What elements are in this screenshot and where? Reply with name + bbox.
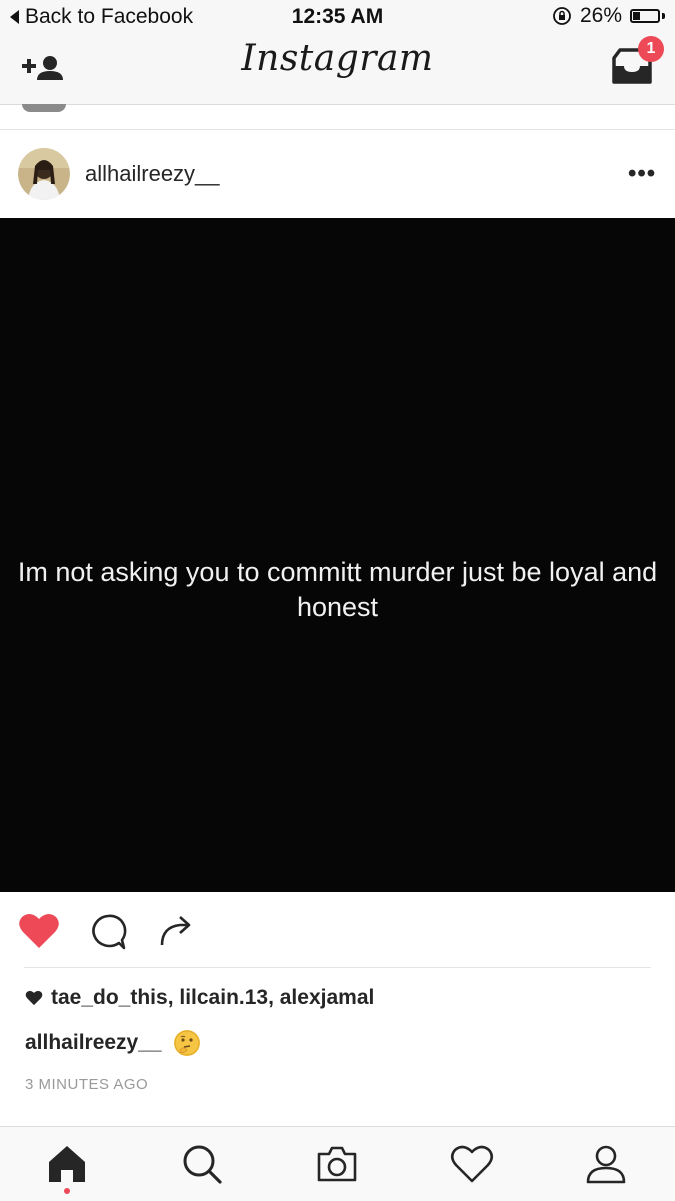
caption-username[interactable]: allhailreezy__ bbox=[25, 1031, 162, 1055]
share-arrow-icon[interactable] bbox=[158, 913, 194, 947]
post-image-text: Im not asking you to committ murder just… bbox=[17, 557, 658, 622]
post-timestamp: 3 MINUTES AGO bbox=[25, 1076, 149, 1093]
search-icon[interactable] bbox=[178, 1140, 226, 1188]
like-heart-icon[interactable] bbox=[18, 912, 60, 950]
divider bbox=[24, 967, 651, 968]
comment-icon[interactable] bbox=[89, 913, 127, 951]
status-indicators: 26% bbox=[552, 4, 665, 28]
home-icon[interactable] bbox=[43, 1140, 91, 1188]
small-heart-icon bbox=[25, 990, 43, 1006]
camera-icon[interactable] bbox=[313, 1140, 361, 1188]
caption: allhailreezy__ bbox=[25, 1030, 200, 1056]
profile-icon[interactable] bbox=[582, 1140, 630, 1188]
inbox-badge: 1 bbox=[638, 36, 664, 62]
battery-percent: 26% bbox=[579, 4, 622, 27]
rotation-lock-icon bbox=[553, 7, 571, 25]
likes-row[interactable]: tae_do_this, lilcain.13, alexjamal bbox=[25, 986, 374, 1010]
instagram-logo: Instagram bbox=[241, 38, 434, 79]
active-tab-dot bbox=[64, 1188, 70, 1194]
more-options-button[interactable]: ••• bbox=[628, 160, 656, 188]
divider bbox=[0, 129, 675, 130]
activity-heart-icon[interactable] bbox=[448, 1140, 496, 1188]
battery-nub bbox=[662, 13, 665, 19]
thinking-face-icon bbox=[173, 1030, 200, 1056]
battery-icon bbox=[630, 9, 660, 23]
avatar[interactable] bbox=[18, 148, 70, 200]
likes-list: tae_do_this, lilcain.13, alexjamal bbox=[51, 986, 375, 1009]
previous-post-avatar bbox=[22, 104, 66, 112]
post-username[interactable]: allhailreezy__ bbox=[85, 161, 220, 187]
